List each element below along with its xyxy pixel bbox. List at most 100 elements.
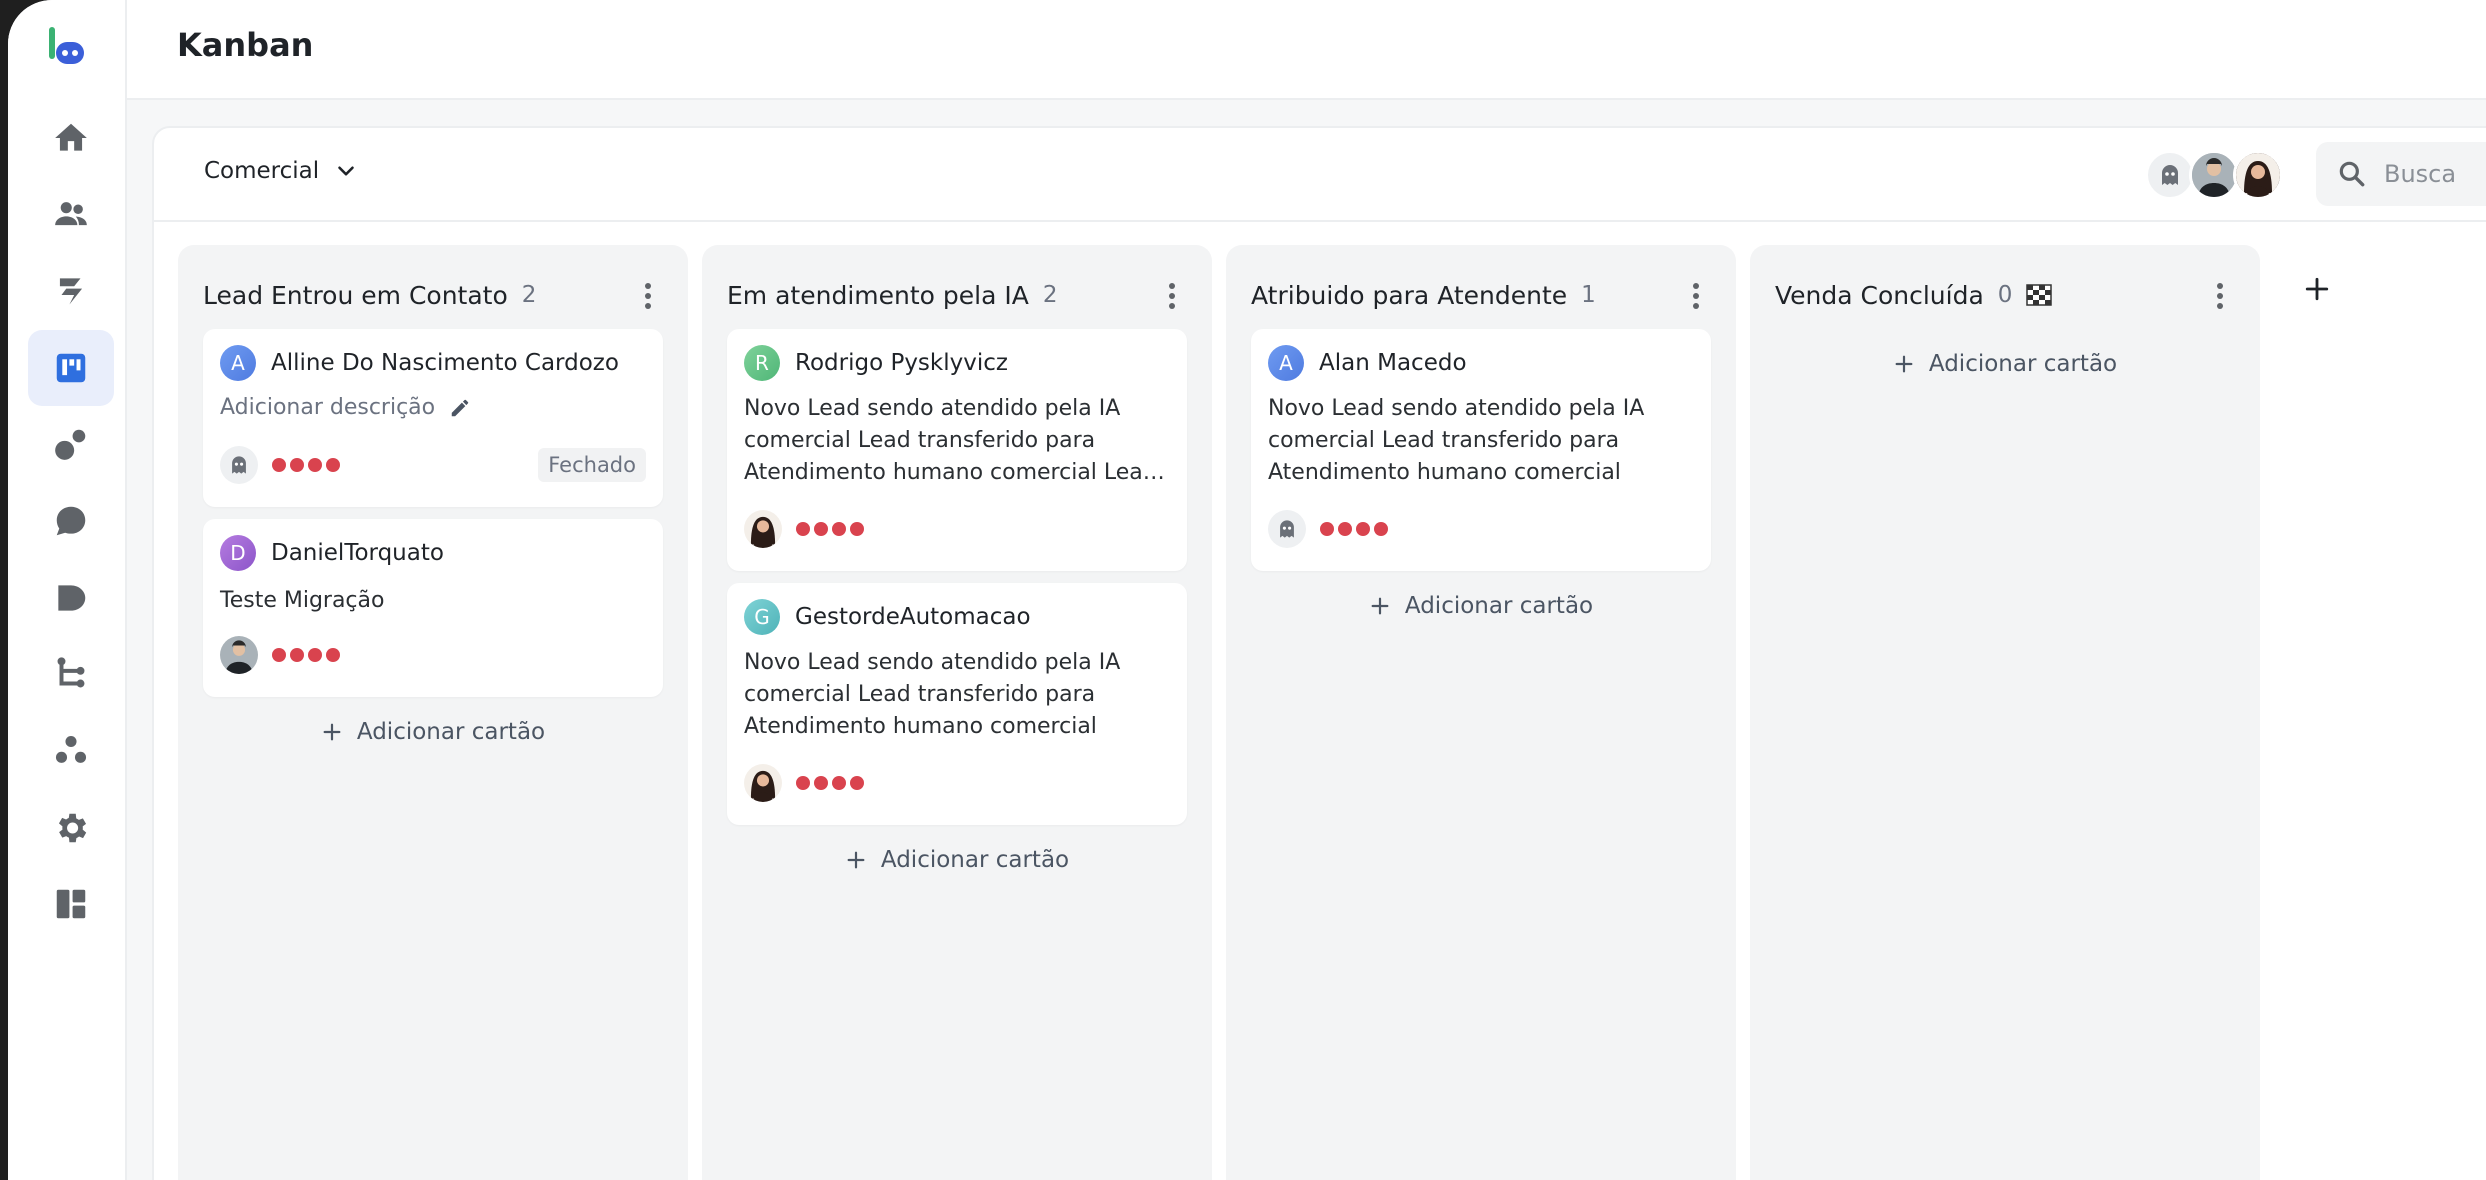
kanban-card[interactable]: R Rodrigo Pysklyvicz Novo Lead sendo ate… — [727, 329, 1187, 571]
card-header: R Rodrigo Pysklyvicz — [744, 345, 1008, 381]
sidebar-item-groups[interactable] — [28, 713, 114, 789]
plus-icon — [1371, 597, 1389, 615]
plus-icon — [2305, 277, 2329, 301]
person-icon — [2192, 153, 2236, 197]
column-count: 2 — [521, 282, 537, 308]
column-title: Atribuido para Atendente — [1251, 280, 1568, 310]
ghost-avatar — [220, 446, 258, 484]
card-description: Novo Lead sendo atendido pela IA comerci… — [1268, 396, 1645, 485]
kanban-card[interactable]: A Alan Macedo Novo Lead sendo atendido p… — [1251, 329, 1711, 571]
top-header: Kanban — [127, 0, 2486, 100]
column-menu-button[interactable] — [633, 279, 663, 313]
bubbles-icon — [55, 429, 86, 460]
sidebar-item-kanban[interactable] — [28, 330, 114, 406]
logo-icon — [49, 27, 84, 64]
kanban-card[interactable]: A Alline Do Nascimento Cardozo Adicionar… — [203, 329, 663, 507]
pencil-icon — [451, 399, 469, 416]
contact-name: GestordeAutomacao — [795, 604, 1031, 630]
add-card-label: Adicionar cartão — [1928, 351, 2118, 377]
person-icon — [744, 764, 782, 802]
card-description: Novo Lead sendo atendido pela IA comerci… — [744, 396, 1157, 485]
search-icon — [2339, 161, 2365, 187]
bolt-icon — [59, 278, 83, 305]
contact-initial-avatar: A — [220, 345, 256, 381]
card-footer — [220, 635, 646, 675]
page-title: Kanban — [177, 26, 314, 64]
gear-icon — [58, 813, 87, 843]
contact-name: Alline Do Nascimento Cardozo — [271, 350, 619, 376]
owner-avatar — [220, 636, 258, 674]
kanban-column: Em atendimento pela IA 2 R Rodrigo Pyskl… — [702, 245, 1212, 1180]
sidebar-item-contacts[interactable] — [28, 176, 114, 252]
add-card-button[interactable]: Adicionar cartão — [1750, 351, 2260, 377]
column-menu-button[interactable] — [1681, 279, 1711, 313]
sidebar-item-automations[interactable] — [28, 253, 114, 329]
column-menu-button[interactable] — [1157, 279, 1187, 313]
add-card-button[interactable]: Adicionar cartão — [702, 847, 1212, 873]
sidebar-item-campaigns[interactable] — [28, 560, 114, 636]
card-description: Teste Migração — [220, 588, 385, 613]
team-avatars[interactable] — [2145, 150, 2283, 200]
column-count: 2 — [1042, 282, 1058, 308]
card-header: D DanielTorquato — [220, 535, 444, 571]
app-window: Kanban Comercial Busca Lead Entrou em Co… — [8, 0, 2486, 1180]
card-footer — [1268, 509, 1694, 549]
status-badge: Fechado — [538, 448, 646, 482]
card-header: A Alline Do Nascimento Cardozo — [220, 345, 619, 381]
column-menu-button[interactable] — [2205, 279, 2235, 313]
column-count: 1 — [1581, 282, 1596, 308]
ghost-icon — [2162, 165, 2178, 185]
contact-name: DanielTorquato — [271, 540, 444, 566]
ghost-icon — [1280, 520, 1294, 538]
user-avatar-male[interactable] — [2189, 150, 2239, 200]
person-icon — [220, 636, 258, 674]
board-toolbar: Comercial — [154, 128, 2486, 222]
user-avatar-female[interactable] — [2233, 150, 2283, 200]
kanban-icon — [56, 353, 86, 383]
sidebar-item-flows[interactable] — [28, 636, 114, 712]
card-footer — [744, 509, 1170, 549]
column-header: Atribuido para Atendente 1 — [1251, 275, 1711, 315]
priority-dots — [796, 522, 864, 536]
contact-initial-avatar: D — [220, 535, 256, 571]
sidebar-item-bubbles[interactable] — [28, 406, 114, 482]
contact-initial-avatar: A — [1268, 345, 1304, 381]
plus-icon — [847, 851, 865, 869]
plus-icon — [323, 723, 341, 741]
add-description-button[interactable]: Adicionar descrição — [220, 395, 471, 420]
contact-name: Rodrigo Pysklyvicz — [795, 350, 1008, 376]
add-card-label: Adicionar cartão — [880, 847, 1070, 873]
chevron-down-icon — [338, 166, 354, 176]
app-logo[interactable] — [46, 26, 88, 68]
column-title: Lead Entrou em Contato — [203, 280, 508, 310]
contact-name: Alan Macedo — [1319, 350, 1467, 376]
ghost-avatar[interactable] — [2145, 150, 2195, 200]
add-card-button[interactable]: Adicionar cartão — [1226, 593, 1736, 619]
owner-avatar — [744, 764, 782, 802]
search-input[interactable] — [2382, 159, 2486, 189]
priority-dots — [1320, 522, 1388, 536]
home-icon — [55, 123, 87, 151]
kanban-card[interactable]: D DanielTorquato Teste Migração — [203, 519, 663, 697]
pipeline-select[interactable]: Comercial — [204, 158, 359, 184]
kanban-card[interactable]: G GestordeAutomacao Novo Lead sendo aten… — [727, 583, 1187, 825]
kanban-column: Lead Entrou em Contato 2 A Alline Do Nas… — [178, 245, 688, 1180]
column-header: Venda Concluída 0 — [1775, 275, 2235, 315]
add-card-button[interactable]: Adicionar cartão — [178, 719, 688, 745]
users-icon — [55, 202, 87, 226]
sidebar-item-chat[interactable] — [28, 483, 114, 559]
sidebar-item-dashboard[interactable] — [28, 866, 114, 942]
more-vertical-icon — [645, 283, 651, 309]
search-box[interactable] — [2316, 142, 2486, 206]
more-vertical-icon — [2217, 283, 2223, 309]
add-column-button[interactable] — [2300, 272, 2334, 306]
column-title: Em atendimento pela IA — [727, 280, 1029, 310]
checkered-flag-icon — [2026, 284, 2053, 306]
ghost-avatar — [1268, 510, 1306, 548]
card-footer: Fechado — [220, 445, 646, 485]
column-title: Venda Concluída — [1775, 280, 1984, 310]
sidebar-item-settings[interactable] — [28, 790, 114, 866]
sidebar-item-home[interactable] — [28, 100, 114, 176]
card-footer — [744, 763, 1170, 803]
more-vertical-icon — [1693, 283, 1699, 309]
